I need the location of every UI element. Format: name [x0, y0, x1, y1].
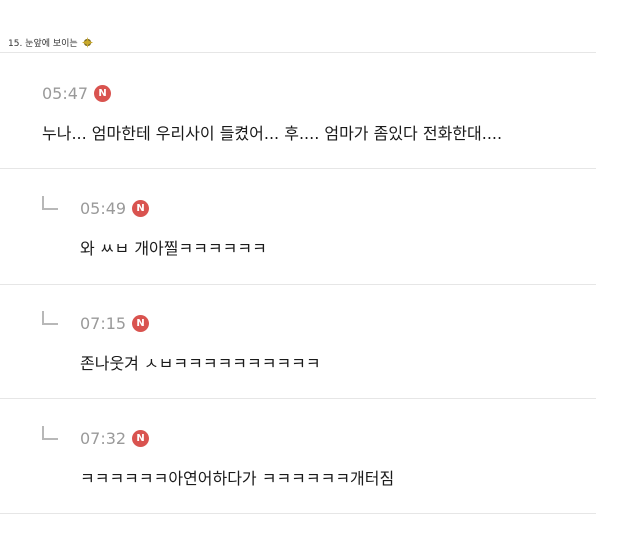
comment-time: 07:15	[80, 314, 127, 333]
comment-time: 05:47	[42, 84, 89, 103]
comment-meta: 05:49 N	[80, 199, 150, 218]
comment-text: 누나... 엄마한테 우리사이 들켰어... 후.... 엄마가 좀있다 전화한…	[42, 124, 503, 143]
comment-divider	[0, 168, 596, 169]
comment-divider	[0, 284, 596, 285]
reply-arrow-icon	[42, 196, 58, 210]
sparkle-badge-icon	[81, 37, 93, 48]
new-badge-icon: N	[132, 430, 150, 447]
comment-time: 05:49	[80, 199, 127, 218]
comment-time: 07:32	[80, 429, 127, 448]
comment-text: 존나웃겨 ㅅㅂㅋㅋㅋㅋㅋㅋㅋㅋㅋㅋ	[80, 354, 321, 373]
comment-text: ㅋㅋㅋㅋㅋㅋ아연어하다가 ㅋㅋㅋㅋㅋㅋ개터짐	[80, 469, 395, 488]
reply-arrow-icon	[42, 426, 58, 440]
new-badge-icon: N	[132, 200, 150, 217]
new-badge-icon: N	[132, 315, 150, 332]
comment-divider	[0, 513, 596, 514]
new-badge-icon: N	[94, 85, 112, 102]
post-title: 15. 눈앞에 보이는	[8, 39, 78, 49]
comment-meta: 07:32 N	[80, 429, 150, 448]
post-header: 15. 눈앞에 보이는	[8, 36, 93, 49]
comment-meta: 05:47 N	[42, 84, 112, 103]
comment-divider	[0, 398, 596, 399]
comment-meta: 07:15 N	[80, 314, 150, 333]
comment-text: 와 ㅆㅂ 개아찔ㅋㅋㅋㅋㅋㅋ	[80, 239, 267, 258]
header-divider	[0, 52, 596, 53]
reply-arrow-icon	[42, 311, 58, 325]
